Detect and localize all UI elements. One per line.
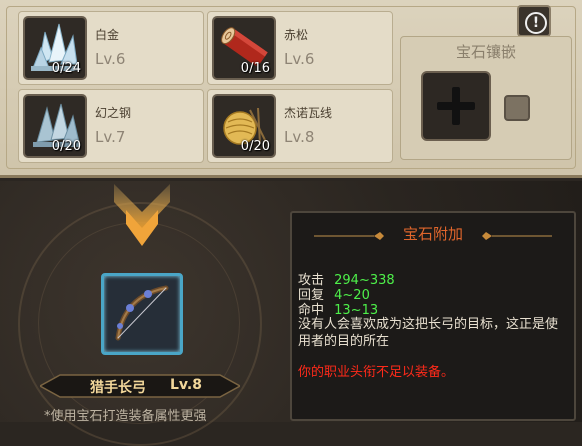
material-name: 赤松 bbox=[284, 28, 309, 42]
info-button[interactable]: ! bbox=[517, 5, 551, 37]
materials-panel: 0/24 白金 Lv.6 0/16 赤松 Lv.6 0/20 幻之钢 Lv.7 … bbox=[0, 0, 582, 178]
material-level: Lv.6 bbox=[284, 50, 315, 68]
material-level: Lv.7 bbox=[95, 128, 126, 146]
item-description: 没有人会喜欢成为这把长弓的目标，这正是使用者的目的所在 bbox=[298, 317, 559, 349]
material-count: 0/20 bbox=[240, 139, 270, 154]
gem-checkbox[interactable] bbox=[504, 95, 530, 121]
gem-inlay-panel: 宝石镶嵌 bbox=[400, 36, 572, 160]
material-level: Lv.6 bbox=[95, 50, 126, 68]
gem-inlay-title: 宝石镶嵌 bbox=[455, 43, 516, 61]
material-count: 0/20 bbox=[51, 139, 81, 154]
add-gem-button[interactable] bbox=[421, 71, 491, 141]
material-icon-frame: 0/24 bbox=[23, 16, 87, 80]
weapon-name-banner: 猎手长弓 Lv.8 bbox=[40, 373, 240, 399]
weapon-slot[interactable] bbox=[101, 273, 183, 355]
material-icon-frame: 0/16 bbox=[212, 16, 276, 80]
material-card-jenova-thread[interactable]: 0/20 杰诺瓦线 Lv.8 bbox=[207, 89, 393, 163]
material-icon-frame: 0/20 bbox=[23, 94, 87, 158]
gem-bonus-tooltip: 宝石附加 攻击 294~338 回复 4~20 命中 13~13 没有人会喜欢成… bbox=[290, 211, 576, 421]
material-name: 白金 bbox=[95, 28, 120, 42]
weapon-level: Lv.8 bbox=[170, 377, 202, 393]
equip-warning: 你的职业头衔不足以装备。 bbox=[298, 365, 455, 380]
material-level: Lv.8 bbox=[284, 128, 315, 146]
material-count: 0/24 bbox=[51, 61, 81, 76]
material-icon-frame: 0/20 bbox=[212, 94, 276, 158]
title-ornament-right bbox=[482, 232, 552, 240]
material-name: 幻之钢 bbox=[95, 106, 132, 120]
material-card-platinum[interactable]: 0/24 白金 Lv.6 bbox=[18, 11, 204, 85]
material-count: 0/16 bbox=[240, 61, 270, 76]
weapon-name: 猎手长弓 bbox=[90, 380, 146, 396]
longbow-icon bbox=[115, 285, 169, 341]
info-icon: ! bbox=[525, 12, 547, 34]
material-name: 杰诺瓦线 bbox=[284, 106, 333, 120]
material-card-phantom-steel[interactable]: 0/20 幻之钢 Lv.7 bbox=[18, 89, 204, 163]
forge-hint: *使用宝石打造装备属性更强 bbox=[44, 409, 207, 424]
material-card-red-pine[interactable]: 0/16 赤松 Lv.6 bbox=[207, 11, 393, 85]
down-arrow-icon bbox=[114, 184, 170, 246]
